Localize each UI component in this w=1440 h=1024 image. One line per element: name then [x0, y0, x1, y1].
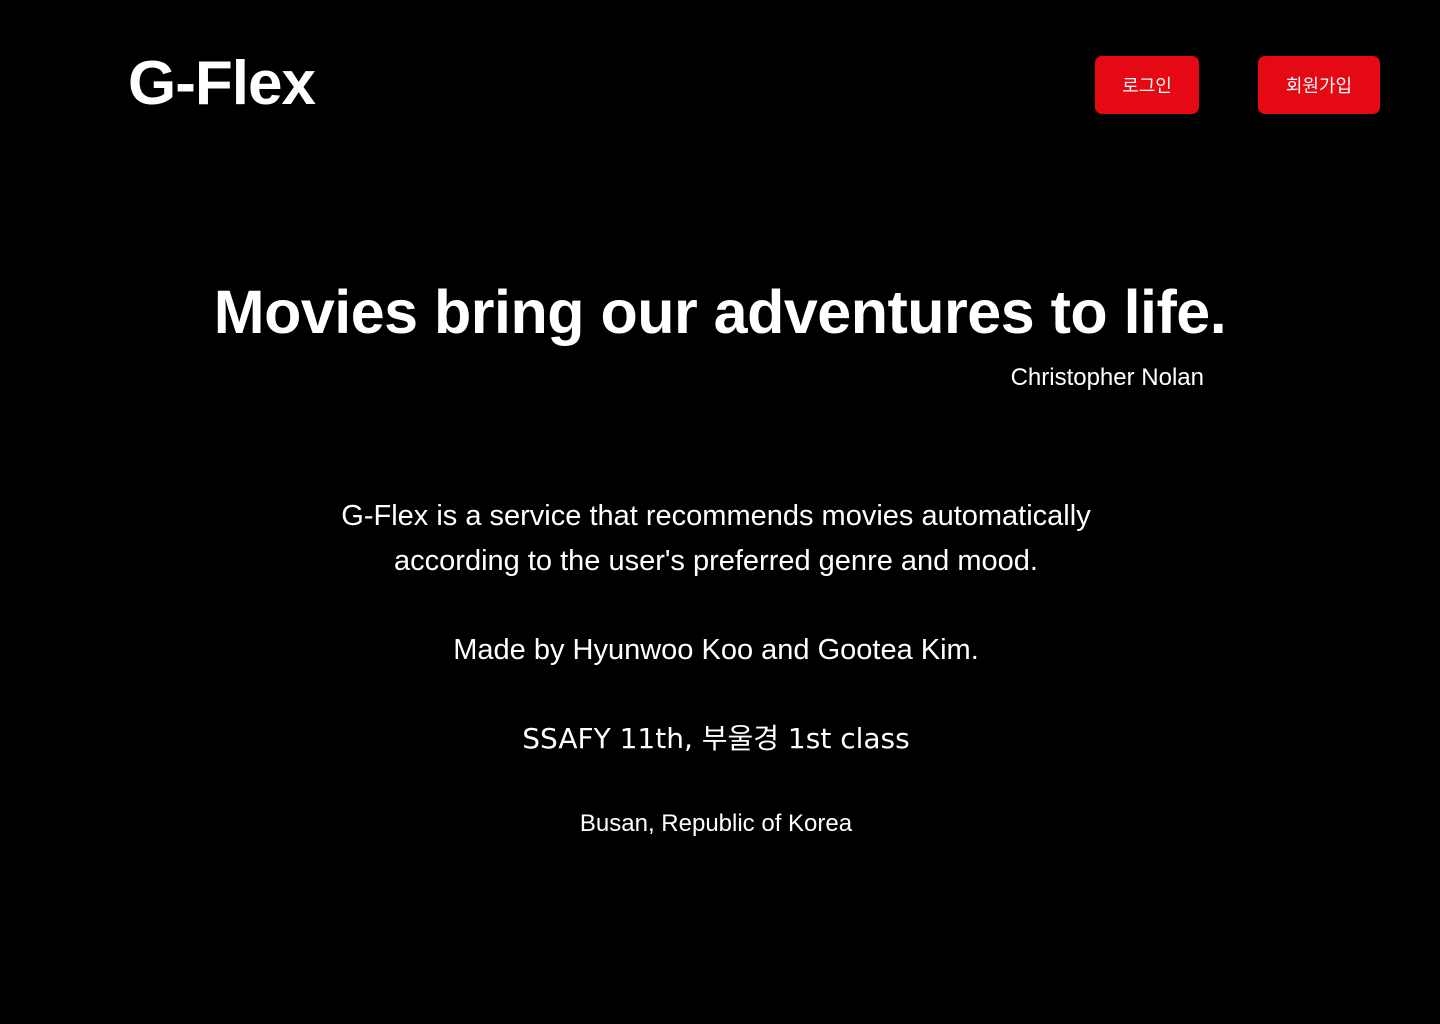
description-line-2: according to the user's preferred genre …	[394, 545, 1038, 577]
hero-quote: Movies bring our adventures to life.	[213, 278, 1227, 346]
landing-page: G-Flex 로그인 회원가입 Movies bring our adventu…	[0, 0, 1440, 1024]
service-description: G-Flex is a service that recommends movi…	[0, 494, 1432, 584]
logo[interactable]: G-Flex	[128, 48, 316, 120]
credits-text: Made by Hyunwoo Koo and Gootea Kim.	[453, 634, 979, 666]
class-info-text: SSAFY 11th, 부울경 1st class	[522, 722, 910, 755]
quote-author: Christopher Nolan	[1010, 364, 1204, 391]
signup-button[interactable]: 회원가입	[1258, 56, 1380, 114]
location-text: Busan, Republic of Korea	[579, 810, 853, 837]
login-button[interactable]: 로그인	[1095, 56, 1199, 114]
description-line-1: G-Flex is a service that recommends movi…	[341, 500, 1091, 532]
